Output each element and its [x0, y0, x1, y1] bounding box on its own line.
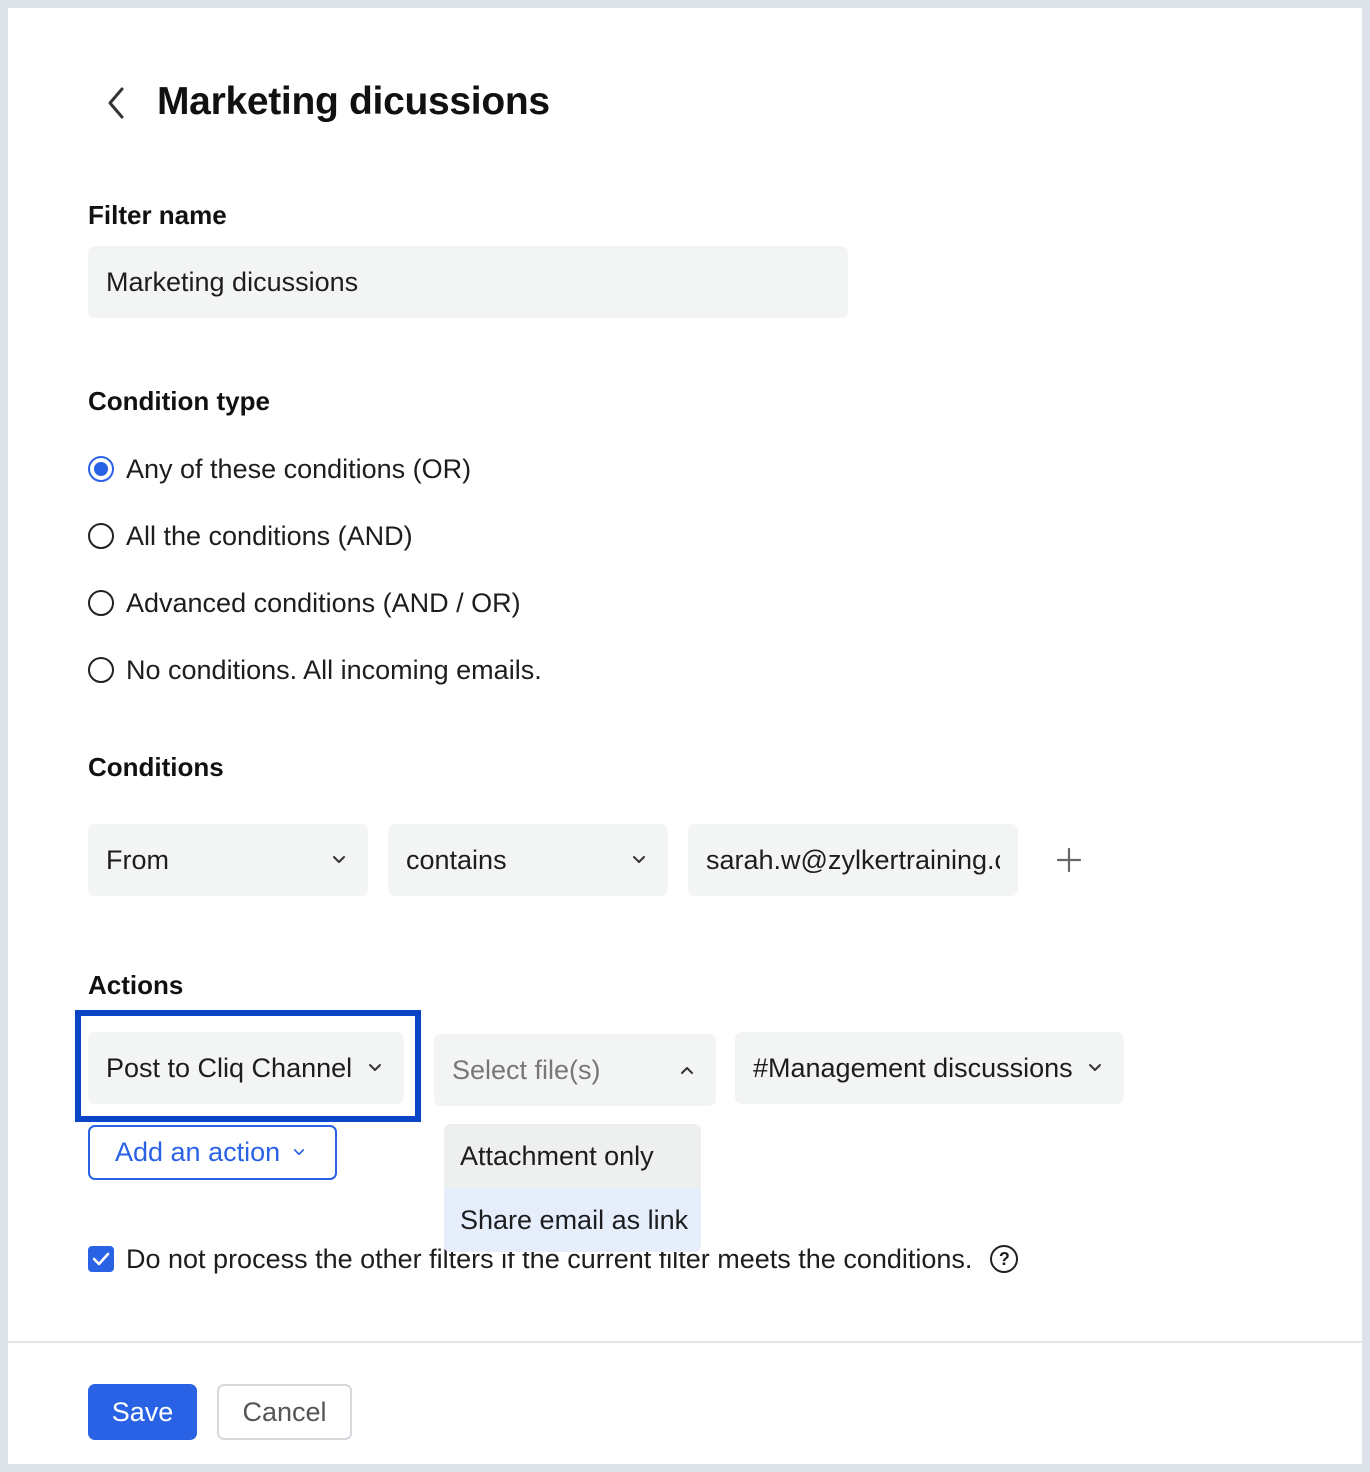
menu-item-share-email-link[interactable]: Share email as link [444, 1188, 701, 1252]
add-action-button[interactable]: Add an action [88, 1125, 337, 1180]
file-select-dropdown[interactable]: Select file(s) [434, 1034, 716, 1106]
radio-any-conditions[interactable]: Any of these conditions (OR) [88, 451, 471, 487]
condition-type-label: Condition type [88, 386, 270, 416]
chevron-down-icon [1084, 1057, 1106, 1079]
back-chevron-icon[interactable] [96, 78, 136, 128]
condition-operator-value: contains [406, 844, 507, 875]
file-select-placeholder: Select file(s) [452, 1054, 601, 1085]
page-title: Marketing dicussions [157, 80, 550, 123]
chevron-down-icon [288, 1142, 310, 1164]
radio-label: No conditions. All incoming emails. [126, 654, 542, 685]
radio-label: Advanced conditions (AND / OR) [126, 587, 521, 618]
condition-value-text: sarah.w@zylkertraining.c [706, 844, 1000, 875]
channel-select[interactable]: #Management discussions [735, 1032, 1124, 1104]
radio-button[interactable] [88, 523, 114, 549]
condition-value-input[interactable]: sarah.w@zylkertraining.c [688, 824, 1018, 896]
filter-name-value: Marketing dicussions [106, 266, 359, 297]
radio-no-conditions[interactable]: No conditions. All incoming emails. [88, 652, 542, 688]
radio-button-selected[interactable] [88, 456, 114, 482]
action-type-value: Post to Cliq Channel [106, 1052, 353, 1083]
channel-value: #Management discussions [753, 1052, 1073, 1083]
radio-all-conditions[interactable]: All the conditions (AND) [88, 518, 413, 554]
condition-field-select[interactable]: From [88, 824, 368, 896]
radio-label: All the conditions (AND) [126, 520, 413, 551]
file-select-menu: Attachment only Share email as link [444, 1124, 701, 1252]
filter-name-input[interactable]: Marketing dicussions [88, 246, 848, 318]
radio-button[interactable] [88, 590, 114, 616]
stop-processing-checkbox[interactable] [88, 1246, 114, 1272]
actions-label: Actions [88, 970, 184, 1000]
radio-advanced-conditions[interactable]: Advanced conditions (AND / OR) [88, 585, 521, 621]
action-type-select[interactable]: Post to Cliq Channel [88, 1032, 404, 1104]
condition-operator-select[interactable]: contains [388, 824, 668, 896]
chevron-down-icon [364, 1057, 386, 1079]
cancel-button[interactable]: Cancel [217, 1384, 352, 1440]
help-question-icon[interactable]: ? [990, 1245, 1019, 1273]
condition-field-value: From [106, 844, 169, 875]
filter-name-label: Filter name [88, 200, 227, 230]
chevron-down-icon [628, 849, 650, 871]
chevron-down-icon [328, 849, 350, 871]
filter-editor-panel: Marketing dicussions Filter name Marketi… [8, 8, 1362, 1464]
conditions-label: Conditions [88, 752, 224, 782]
footer-divider [8, 1341, 1362, 1343]
radio-button[interactable] [88, 657, 114, 683]
radio-label: Any of these conditions (OR) [126, 453, 472, 484]
add-condition-plus-icon[interactable] [1054, 845, 1084, 875]
save-button[interactable]: Save [88, 1384, 197, 1440]
add-action-label: Add an action [115, 1137, 281, 1167]
menu-item-attachment-only[interactable]: Attachment only [444, 1124, 701, 1188]
chevron-up-icon [676, 1059, 698, 1081]
